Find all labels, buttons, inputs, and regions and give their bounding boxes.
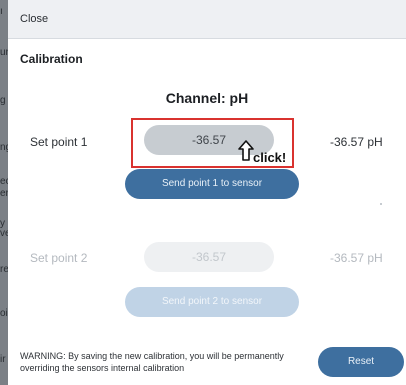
divider-dot [380, 203, 382, 205]
set-point-2-label: Set point 2 [30, 251, 88, 265]
set-point-1-value: -36.57 pH [330, 135, 383, 149]
set-point-2-value: -36.57 pH [330, 251, 383, 265]
send-point-1-button[interactable]: Send point 1 to sensor [125, 169, 299, 199]
close-button[interactable]: Close [20, 13, 48, 25]
send-point-2-button[interactable]: Send point 2 to sensor [125, 287, 299, 317]
background-text: g [0, 95, 6, 106]
background-text: ı [0, 6, 3, 17]
set-point-2-input[interactable]: -36.57 [144, 242, 274, 272]
calibration-modal: Close Calibration Channel: pH Set point … [8, 0, 406, 385]
channel-title: Channel: pH [165, 90, 249, 106]
hand-pointer-icon [238, 140, 254, 167]
click-annotation: click! [253, 150, 287, 165]
section-title: Calibration [20, 52, 83, 66]
warning-text: WARNING: By saving the new calibration, … [20, 351, 284, 373]
modal-header: Close [8, 0, 406, 39]
reset-button[interactable]: Reset [318, 347, 404, 377]
background-text: ir [0, 354, 6, 365]
set-point-1-label: Set point 1 [30, 135, 88, 149]
